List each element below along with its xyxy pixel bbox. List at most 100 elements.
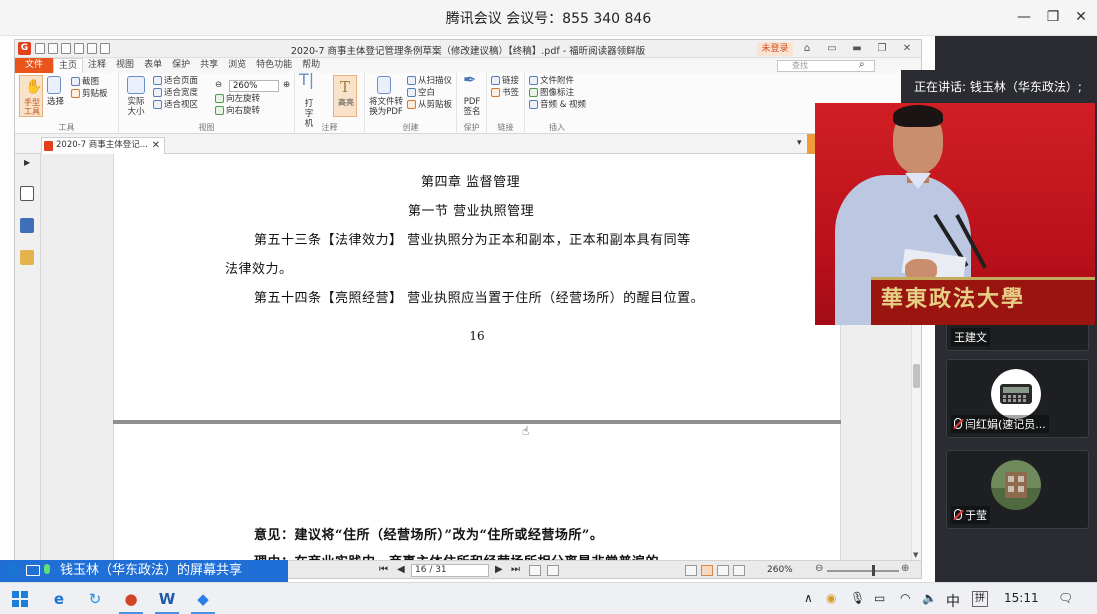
reader-restore-button[interactable]: ❐ [873, 41, 891, 56]
restore-button[interactable]: ❐ [1041, 6, 1065, 28]
continuous-page-icon[interactable] [701, 565, 713, 576]
tab-features[interactable]: 特色功能 [251, 58, 297, 73]
highlight-button[interactable]: T 高亮 [333, 75, 357, 117]
from-scanner-button[interactable]: 从扫描仪 [407, 76, 452, 86]
document-viewport[interactable]: 第四章 监督管理 第一节 营业执照管理 第五十三条【法律效力】 营业执照分为正本… [41, 154, 911, 560]
tab-share[interactable]: 共享 [195, 58, 223, 73]
zoom-input[interactable]: 260% [229, 80, 279, 92]
tab-view[interactable]: 视图 [111, 58, 139, 73]
document-tab[interactable]: 2020-7 商事主体登记... ✕ [41, 137, 165, 154]
link-button[interactable]: 链接 [491, 76, 519, 86]
opinion-text: 意见：建议将“住所（经营场所）”改为“住所或经营场所”。 [254, 528, 604, 543]
bookmark-button[interactable]: 书签 [491, 88, 519, 98]
zoom-out-icon[interactable]: ⊖ [215, 80, 222, 90]
rotate-left-button[interactable]: 向左旋转 [215, 94, 260, 104]
tray-app-icon[interactable]: ◉ [826, 591, 836, 605]
first-page-icon[interactable]: ⏮ [379, 564, 388, 575]
file-attachment-button[interactable]: 文件附件 [529, 76, 574, 86]
edge-icon[interactable]: e [44, 587, 74, 611]
last-page-icon[interactable]: ⏭ [511, 564, 520, 575]
reader-title-bar: G 2020-7 商事主体登记管理条例草案（修改建议稿）【终稿】.pdf - 福… [15, 40, 921, 58]
shared-screen-area: G 2020-7 商事主体登记管理条例草案（修改建议稿）【终稿】.pdf - 福… [0, 36, 935, 582]
tray-battery-icon[interactable]: ▭ [874, 591, 885, 605]
close-tab-icon[interactable]: ✕ [152, 138, 160, 153]
clock[interactable]: 15:11 [1004, 591, 1039, 605]
fit-visible-button[interactable]: 适合视区 [153, 100, 198, 110]
convert-to-pdf-button[interactable]: 将文件转换为PDF [367, 97, 405, 117]
zoom-slider[interactable] [827, 570, 899, 572]
ime-mode[interactable]: 中 [946, 591, 960, 611]
tencent-meeting-icon[interactable]: ◆ [188, 587, 218, 614]
select-button[interactable]: 选择 [47, 97, 64, 107]
blank-button[interactable]: 空白 [407, 88, 435, 98]
hand-cursor-icon: ☝ [522, 424, 530, 438]
word-icon[interactable]: W [152, 587, 182, 614]
tab-list-dropdown-icon[interactable]: ▾ [797, 138, 802, 148]
volume-icon[interactable]: 🔈 [922, 591, 937, 605]
sync-app-icon[interactable]: ↻ [80, 587, 110, 611]
minimize-button[interactable]: — [1012, 6, 1036, 28]
paste-icon [407, 100, 416, 109]
zoom-slider-knob[interactable] [872, 565, 875, 576]
comments-icon[interactable] [20, 250, 34, 265]
actual-size-button[interactable]: 实际大小 [125, 97, 147, 117]
typewriter-icon: T| [299, 70, 315, 89]
expand-panel-icon[interactable]: ▶ [24, 158, 30, 167]
zoom-minus-icon[interactable]: ⊖ [815, 563, 823, 574]
tab-browse[interactable]: 浏览 [223, 58, 251, 73]
clipboard-button[interactable]: 剪贴板 [71, 89, 108, 99]
status-zoom-level[interactable]: 260% [767, 565, 793, 575]
rotate-right-button[interactable]: 向右旋转 [215, 106, 260, 116]
screen-share-indicator[interactable]: 👤 钱玉林（华东政法）的屏幕共享 [0, 560, 288, 582]
page-number-input[interactable]: 16 / 31 [411, 564, 489, 577]
close-button[interactable]: ✕ [1069, 6, 1093, 28]
reader-close-button[interactable]: ✕ [898, 41, 916, 56]
fit-page-button[interactable]: 适合页面 [153, 76, 198, 86]
participant-name: 于莹 [951, 506, 990, 524]
from-clipboard-button[interactable]: 从剪贴板 [407, 100, 452, 110]
foxit-app-icon[interactable]: ● [116, 587, 146, 614]
scroll-down-icon[interactable]: ▼ [913, 551, 918, 559]
layers-icon[interactable] [20, 218, 34, 233]
ime-pinyin[interactable]: 拼 [972, 591, 988, 607]
reason-text: 理由：在商业实践中，商事主体住所和经营场所相分离是非常普遍的。 [254, 551, 673, 560]
tab-comment[interactable]: 注释 [83, 58, 111, 73]
search-icon[interactable]: ⌕ [859, 59, 865, 70]
single-page-view-icon[interactable] [529, 565, 541, 576]
document-tab-row: 2020-7 商事主体登记... ✕ ▾ [15, 134, 921, 154]
tab-home[interactable]: 主页 [53, 58, 84, 73]
show-hidden-icons[interactable]: ∧ [804, 591, 813, 605]
article-54: 第五十四条【亮照经营】 营业执照应当置于住所（经营场所）的醒目位置。 [254, 291, 705, 306]
participant-tile[interactable]: 闫红娟(速记员... [946, 359, 1089, 438]
windows-start-icon[interactable] [12, 591, 28, 607]
ribbon-toggle-icon[interactable]: ▭ [823, 41, 841, 56]
zoom-in-icon[interactable]: ⊕ [283, 80, 290, 90]
audio-video-button[interactable]: 音频 & 视频 [529, 100, 586, 110]
fit-window-icon[interactable] [547, 565, 559, 576]
avatar [991, 369, 1041, 419]
tab-file[interactable]: 文件 [15, 58, 54, 73]
single-page-icon[interactable] [685, 565, 697, 576]
hand-tool-button[interactable]: ✋ 手型工具 [19, 75, 43, 117]
previous-page-icon[interactable]: ◀ [397, 564, 405, 575]
fit-visible-icon [153, 100, 162, 109]
reader-minimize-button[interactable]: ▬ [848, 41, 866, 56]
fit-width-button[interactable]: 适合宽度 [153, 88, 198, 98]
tray-mic-icon[interactable]: 🎙 [850, 591, 865, 605]
next-page-icon[interactable]: ▶ [495, 564, 503, 575]
screenshot-button[interactable]: 截图 [71, 77, 99, 87]
zoom-plus-icon[interactable]: ⊕ [901, 563, 909, 574]
pdf-sign-button[interactable]: PDF签名 [461, 97, 483, 117]
continuous-facing-icon[interactable] [733, 565, 745, 576]
scroll-thumb[interactable] [913, 364, 920, 388]
tab-form[interactable]: 表单 [139, 58, 167, 73]
notification-icon[interactable]: 🗨 [1058, 591, 1073, 605]
login-button[interactable]: 未登录 [757, 42, 793, 56]
skin-icon[interactable]: ⌂ [798, 41, 816, 56]
pages-icon[interactable] [20, 186, 34, 201]
participant-tile[interactable]: 于莹 [946, 450, 1089, 529]
wifi-icon[interactable]: ◠ [900, 591, 910, 605]
facing-page-icon[interactable] [717, 565, 729, 576]
tab-protect[interactable]: 保护 [167, 58, 195, 73]
image-annotation-button[interactable]: 图像标注 [529, 88, 574, 98]
